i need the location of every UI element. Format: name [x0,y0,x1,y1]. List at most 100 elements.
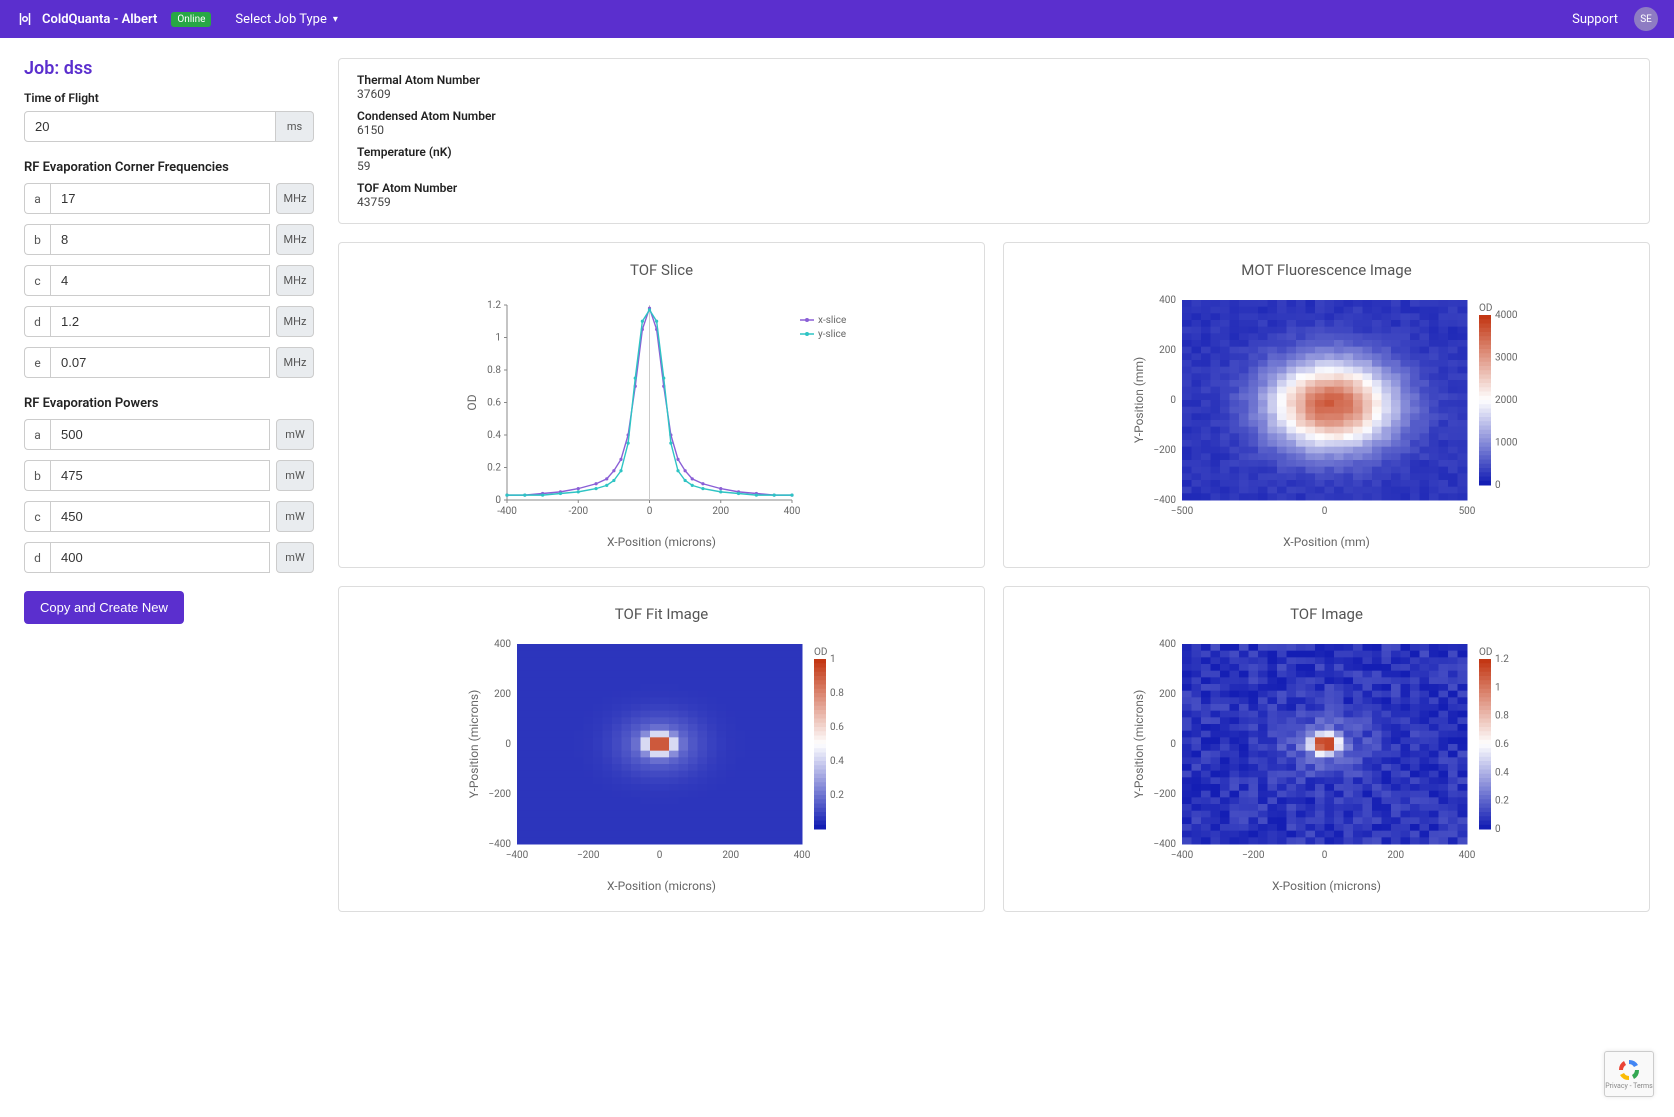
svg-text:0.6: 0.6 [1495,739,1509,750]
svg-text:200: 200 [1159,689,1176,700]
mot-chart: −5000500−400−2000200400Y-Position (mm)OD… [1127,295,1527,525]
input-unit: mW [276,460,314,491]
svg-text:−400: −400 [1153,839,1176,850]
tof-slice-title: TOF Slice [630,261,693,279]
rf-freqs-input-d[interactable] [50,306,270,337]
svg-text:0.4: 0.4 [1495,767,1509,778]
svg-text:−500: −500 [1170,506,1193,517]
input-row: cmW [24,501,314,532]
avatar[interactable]: SE [1634,7,1658,31]
input-key: a [24,183,50,214]
input-unit: MHz [276,306,314,337]
svg-text:0.2: 0.2 [830,790,844,801]
input-unit: MHz [276,265,314,296]
input-key: b [24,460,50,491]
svg-text:0.8: 0.8 [830,688,844,699]
svg-text:OD: OD [814,647,827,658]
svg-text:Y-Position (mm): Y-Position (mm) [1132,357,1146,443]
rf-powers-input-c[interactable] [50,501,270,532]
svg-text:3000: 3000 [1495,353,1518,364]
brand-wrap: ColdQuanta - Albert Online [16,10,211,28]
svg-text:Y-Position (microns): Y-Position (microns) [467,690,481,799]
tof-slice-xlabel: X-Position (microns) [607,535,716,549]
rf-power-label: RF Evaporation Powers [24,396,314,411]
stat-tofatom-label: TOF Atom Number [357,181,1631,195]
svg-text:−200: −200 [488,789,511,800]
svg-text:400: 400 [793,850,810,861]
tof-slice-card: TOF Slice 00.20.40.60.811.2-400-20002004… [338,242,985,568]
rf-freqs-input-b[interactable] [50,224,270,255]
rf-freqs-input-a[interactable] [50,183,270,214]
svg-text:2000: 2000 [1495,395,1518,406]
svg-text:1000: 1000 [1495,438,1518,449]
tof-fit-chart: −400−2000200400−400−2000200400Y-Position… [462,639,862,869]
tof-img-chart: −400−2000200400−400−2000200400Y-Position… [1127,639,1527,869]
rf-freqs-input-c[interactable] [50,265,270,296]
input-row: e MHz [24,347,314,378]
status-badge: Online [171,12,211,27]
tof-input[interactable] [24,111,276,142]
input-key: d [24,306,50,337]
svg-text:200: 200 [494,689,511,700]
stat-temp-value: 59 [357,159,1631,173]
svg-text:y-slice: y-slice [818,329,846,340]
recaptcha-icon [1617,1058,1641,1082]
mot-title: MOT Fluorescence Image [1241,261,1411,279]
job-type-label: Select Job Type [235,12,326,27]
logo-icon [16,10,34,28]
svg-text:−400: −400 [1170,850,1193,861]
svg-text:−200: −200 [1153,445,1176,456]
svg-text:400: 400 [494,639,511,650]
rf-powers-input-a[interactable] [50,419,270,450]
svg-text:Y-Position (microns): Y-Position (microns) [1132,690,1146,799]
input-unit: MHz [276,224,314,255]
stat-tofatom-value: 43759 [357,195,1631,209]
svg-text:0.8: 0.8 [487,365,501,376]
input-row: a MHz [24,183,314,214]
svg-text:−200: −200 [1153,789,1176,800]
input-row: dmW [24,542,314,573]
svg-text:0: 0 [495,495,501,506]
stat-condensed-label: Condensed Atom Number [357,109,1631,123]
tof-img-card: TOF Image −400−2000200400−400−2000200400… [1003,586,1650,912]
input-unit: MHz [276,183,314,214]
copy-create-button[interactable]: Copy and Create New [24,591,184,624]
svg-text:0: 0 [1321,506,1327,517]
rf-freqs-input-e[interactable] [50,347,270,378]
input-row: amW [24,419,314,450]
svg-text:200: 200 [712,506,729,517]
rf-powers-input-d[interactable] [50,542,270,573]
svg-text:0: 0 [646,506,652,517]
svg-text:−200: −200 [1241,850,1264,861]
svg-text:200: 200 [722,850,739,861]
tof-slice-chart: 00.20.40.60.811.2-400-2000200400ODx-slic… [462,295,862,525]
input-unit: MHz [276,347,314,378]
input-row: d MHz [24,306,314,337]
brand-text: ColdQuanta - Albert [42,12,157,27]
job-type-select[interactable]: Select Job Type ▾ [235,12,337,27]
rf-powers-input-b[interactable] [50,460,270,491]
svg-text:0: 0 [1495,824,1501,835]
svg-text:0: 0 [1170,739,1176,750]
input-unit: mW [276,501,314,532]
mot-card: MOT Fluorescence Image −5000500−400−2000… [1003,242,1650,568]
input-row: bMHz [24,224,314,255]
mot-xlabel: X-Position (mm) [1283,535,1370,549]
svg-text:-200: -200 [568,506,588,517]
input-unit: mW [276,419,314,450]
support-link[interactable]: Support [1572,12,1618,27]
svg-text:1.2: 1.2 [487,300,501,311]
recaptcha-badge: Privacy - Terms [1604,1051,1654,1097]
input-key: e [24,347,50,378]
svg-text:−400: −400 [488,839,511,850]
svg-text:−200: −200 [576,850,599,861]
svg-text:0.6: 0.6 [830,722,844,733]
stat-temp-label: Temperature (nK) [357,145,1631,159]
input-row: cMHz [24,265,314,296]
svg-text:0: 0 [505,739,511,750]
tof-fit-xlabel: X-Position (microns) [607,879,716,893]
svg-text:-400: -400 [497,506,517,517]
svg-text:OD: OD [1479,647,1492,658]
svg-text:1: 1 [830,654,836,665]
tof-label: Time of Flight [24,91,314,105]
